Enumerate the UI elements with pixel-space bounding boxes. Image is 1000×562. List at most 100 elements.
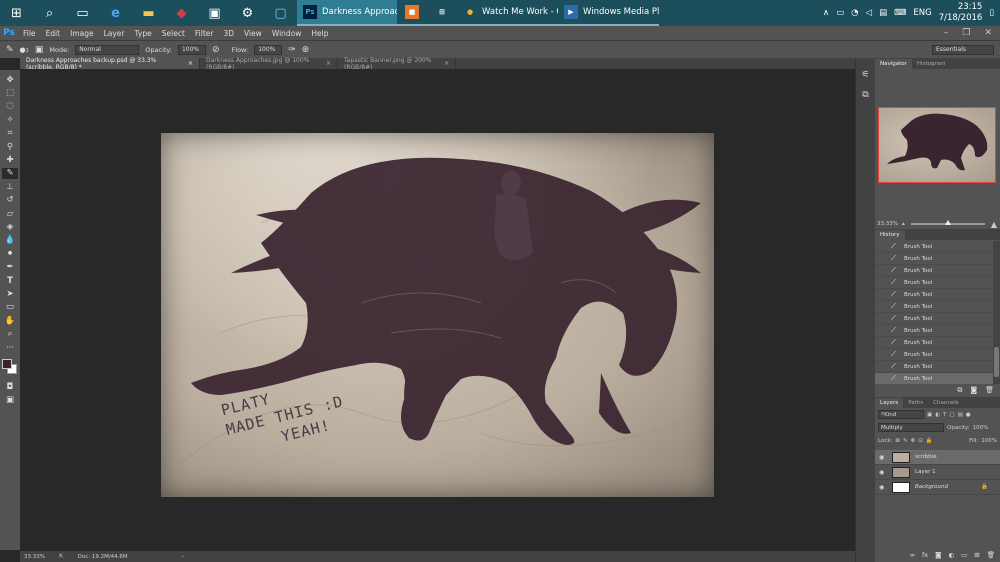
layer-style-icon[interactable]: fx	[922, 551, 928, 559]
zoom-out-icon[interactable]: ▴	[902, 221, 905, 227]
filter-adjust-icon[interactable]: ◐	[935, 412, 940, 418]
taskbar-app-paint[interactable]: ■	[397, 0, 427, 26]
history-item[interactable]: ⟋ Brush Tool	[875, 361, 993, 373]
lock-artboard-icon[interactable]: ⊡	[918, 438, 923, 444]
close-icon[interactable]: ×	[326, 60, 331, 67]
path-select-tool-icon[interactable]: ➤	[2, 288, 18, 299]
adjustment-layer-icon[interactable]: ◐	[948, 551, 954, 559]
menu-file[interactable]: File	[18, 29, 41, 38]
trash-icon[interactable]: 🗑	[987, 551, 995, 559]
foreground-color-swatch[interactable]	[2, 359, 12, 370]
quick-mask-icon[interactable]: ◘	[2, 381, 18, 392]
new-layer-icon[interactable]: ⊞	[974, 551, 979, 559]
network-icon[interactable]: ◔	[851, 8, 858, 18]
snapshot-icon[interactable]: ◙	[970, 386, 977, 394]
type-tool-icon[interactable]: T	[2, 275, 18, 286]
tab-navigator[interactable]: Navigator	[875, 59, 912, 69]
taskbar-app-photoshop[interactable]: Ps Darkness Approach...	[297, 0, 397, 26]
navigator-zoom-value[interactable]: 33.33%	[877, 221, 898, 227]
pressure-opacity-icon[interactable]: ⊘	[212, 45, 220, 55]
menu-select[interactable]: Select	[157, 29, 190, 38]
menu-3d[interactable]: 3D	[218, 29, 239, 38]
zoom-slider-knob[interactable]	[944, 220, 951, 225]
filter-shape-icon[interactable]: ▢	[949, 412, 954, 418]
color-swatches[interactable]	[2, 359, 18, 375]
new-document-from-state-icon[interactable]: ⧉	[957, 386, 962, 395]
layer-row-layer-1[interactable]: ◉ Layer 1	[875, 465, 1000, 480]
quick-select-tool-icon[interactable]: ✧	[2, 114, 18, 125]
chevron-right-icon[interactable]: ›	[182, 554, 184, 560]
brush-tool-icon[interactable]: ✎	[2, 167, 18, 180]
zoom-slider[interactable]	[910, 220, 985, 225]
visibility-eye-icon[interactable]: ◉	[879, 469, 887, 476]
taskbar-app-media-player[interactable]: ▶ Windows Media Pla...	[558, 0, 659, 26]
properties-icon[interactable]: ⧉	[862, 90, 868, 100]
minimize-icon[interactable]: –	[944, 28, 949, 38]
flow-field[interactable]: 100%	[254, 44, 283, 55]
history-item[interactable]: ⟋ Brush Tool	[875, 301, 993, 313]
tab-history[interactable]: History	[875, 230, 905, 240]
more-tools-icon[interactable]: ···	[2, 342, 18, 353]
language-indicator[interactable]: ENG	[913, 8, 931, 18]
app-icon-red[interactable]: ◆	[165, 0, 198, 26]
lock-position-icon[interactable]: ✥	[911, 438, 916, 444]
menu-layer[interactable]: Layer	[99, 29, 130, 38]
pressure-size-icon[interactable]: ⊛	[302, 45, 310, 55]
menu-image[interactable]: Image	[65, 29, 99, 38]
volume-icon[interactable]: ◁	[866, 8, 873, 18]
taskbar-app-chrome[interactable]: ● Watch Me Work - G...	[457, 0, 558, 26]
layer-row-scribble[interactable]: ◉ scribble	[875, 450, 1000, 465]
filter-type-icon[interactable]: T	[943, 412, 946, 418]
move-tool-icon[interactable]: ✥	[2, 74, 18, 85]
workspace-select[interactable]: Essentials	[932, 44, 994, 55]
menu-view[interactable]: View	[239, 29, 267, 38]
tab-histogram[interactable]: Histogram	[912, 59, 951, 69]
task-view-icon[interactable]: ▭	[66, 0, 99, 26]
new-group-icon[interactable]: ▭	[961, 551, 967, 559]
share-icon[interactable]: ⇱	[59, 554, 64, 560]
menu-help[interactable]: Help	[306, 29, 333, 38]
doc-size[interactable]: Doc: 19.2M/44.6M	[78, 554, 128, 560]
action-center-icon[interactable]: ▯	[989, 8, 994, 18]
close-icon[interactable]: ×	[444, 60, 449, 67]
add-mask-icon[interactable]: ◙	[935, 551, 941, 559]
hand-tool-icon[interactable]: ✋	[2, 315, 18, 326]
menu-filter[interactable]: Filter	[190, 29, 219, 38]
doc-tab-active[interactable]: Darkness Approaches backup.psd @ 33.3% (…	[20, 57, 200, 71]
windows-icon[interactable]: ⊞	[0, 0, 33, 26]
file-explorer-icon[interactable]: ▬	[132, 0, 165, 26]
zoom-in-icon[interactable]: ▲	[991, 220, 997, 229]
history-item[interactable]: ⟋ Brush Tool	[875, 289, 993, 301]
layer-filter-select[interactable]: ⌕ Kind	[878, 410, 924, 419]
close-icon[interactable]: ✕	[984, 28, 992, 38]
history-scroll-thumb[interactable]	[994, 347, 999, 377]
history-item[interactable]: ⟋ Brush Tool	[875, 241, 993, 253]
clone-stamp-tool-icon[interactable]: ⊥	[2, 181, 18, 192]
history-brush-tool-icon[interactable]: ↺	[2, 195, 18, 206]
restore-icon[interactable]: ❐	[962, 28, 970, 38]
app-icon-gear[interactable]: ⚙	[231, 0, 264, 26]
doc-tab[interactable]: Darkness Approaches.jpg @ 100% (RGB/8#) …	[200, 57, 338, 71]
brush-tool-icon[interactable]: ✎	[6, 45, 14, 55]
clock[interactable]: 23:15 7/18/2016	[939, 2, 983, 24]
history-item-selected[interactable]: ⟋ Brush Tool	[875, 373, 993, 384]
layer-fill-value[interactable]: 100%	[981, 438, 997, 444]
link-layers-icon[interactable]: ∞	[910, 551, 915, 559]
menu-window[interactable]: Window	[267, 29, 307, 38]
history-item[interactable]: ⟋ Brush Tool	[875, 313, 993, 325]
chevron-up-icon[interactable]: ∧	[823, 8, 829, 18]
document-canvas[interactable]: PLATY MADE THIS :D YEAH!	[161, 133, 714, 497]
zoom-readout[interactable]: 33.33%	[24, 554, 45, 560]
close-icon[interactable]: ×	[188, 60, 193, 67]
brush-panel-icon[interactable]: ▣	[35, 45, 44, 55]
history-item[interactable]: ⟋ Brush Tool	[875, 277, 993, 289]
pen-tool-icon[interactable]: ✒	[2, 261, 18, 272]
dodge-tool-icon[interactable]: ⚫	[2, 248, 18, 259]
doc-tab[interactable]: Tapastic Banner.png @ 200% (RGB/8#) ×	[338, 57, 456, 71]
mode-select[interactable]: Normal	[75, 44, 140, 55]
eyedropper-tool-icon[interactable]: ⚲	[2, 141, 18, 152]
filter-toggle-icon[interactable]: ●	[966, 412, 971, 418]
shape-tool-icon[interactable]: ▭	[2, 302, 18, 313]
zoom-tool-icon[interactable]: ⌕	[2, 328, 18, 339]
lock-all-icon[interactable]: 🔒	[926, 438, 933, 444]
